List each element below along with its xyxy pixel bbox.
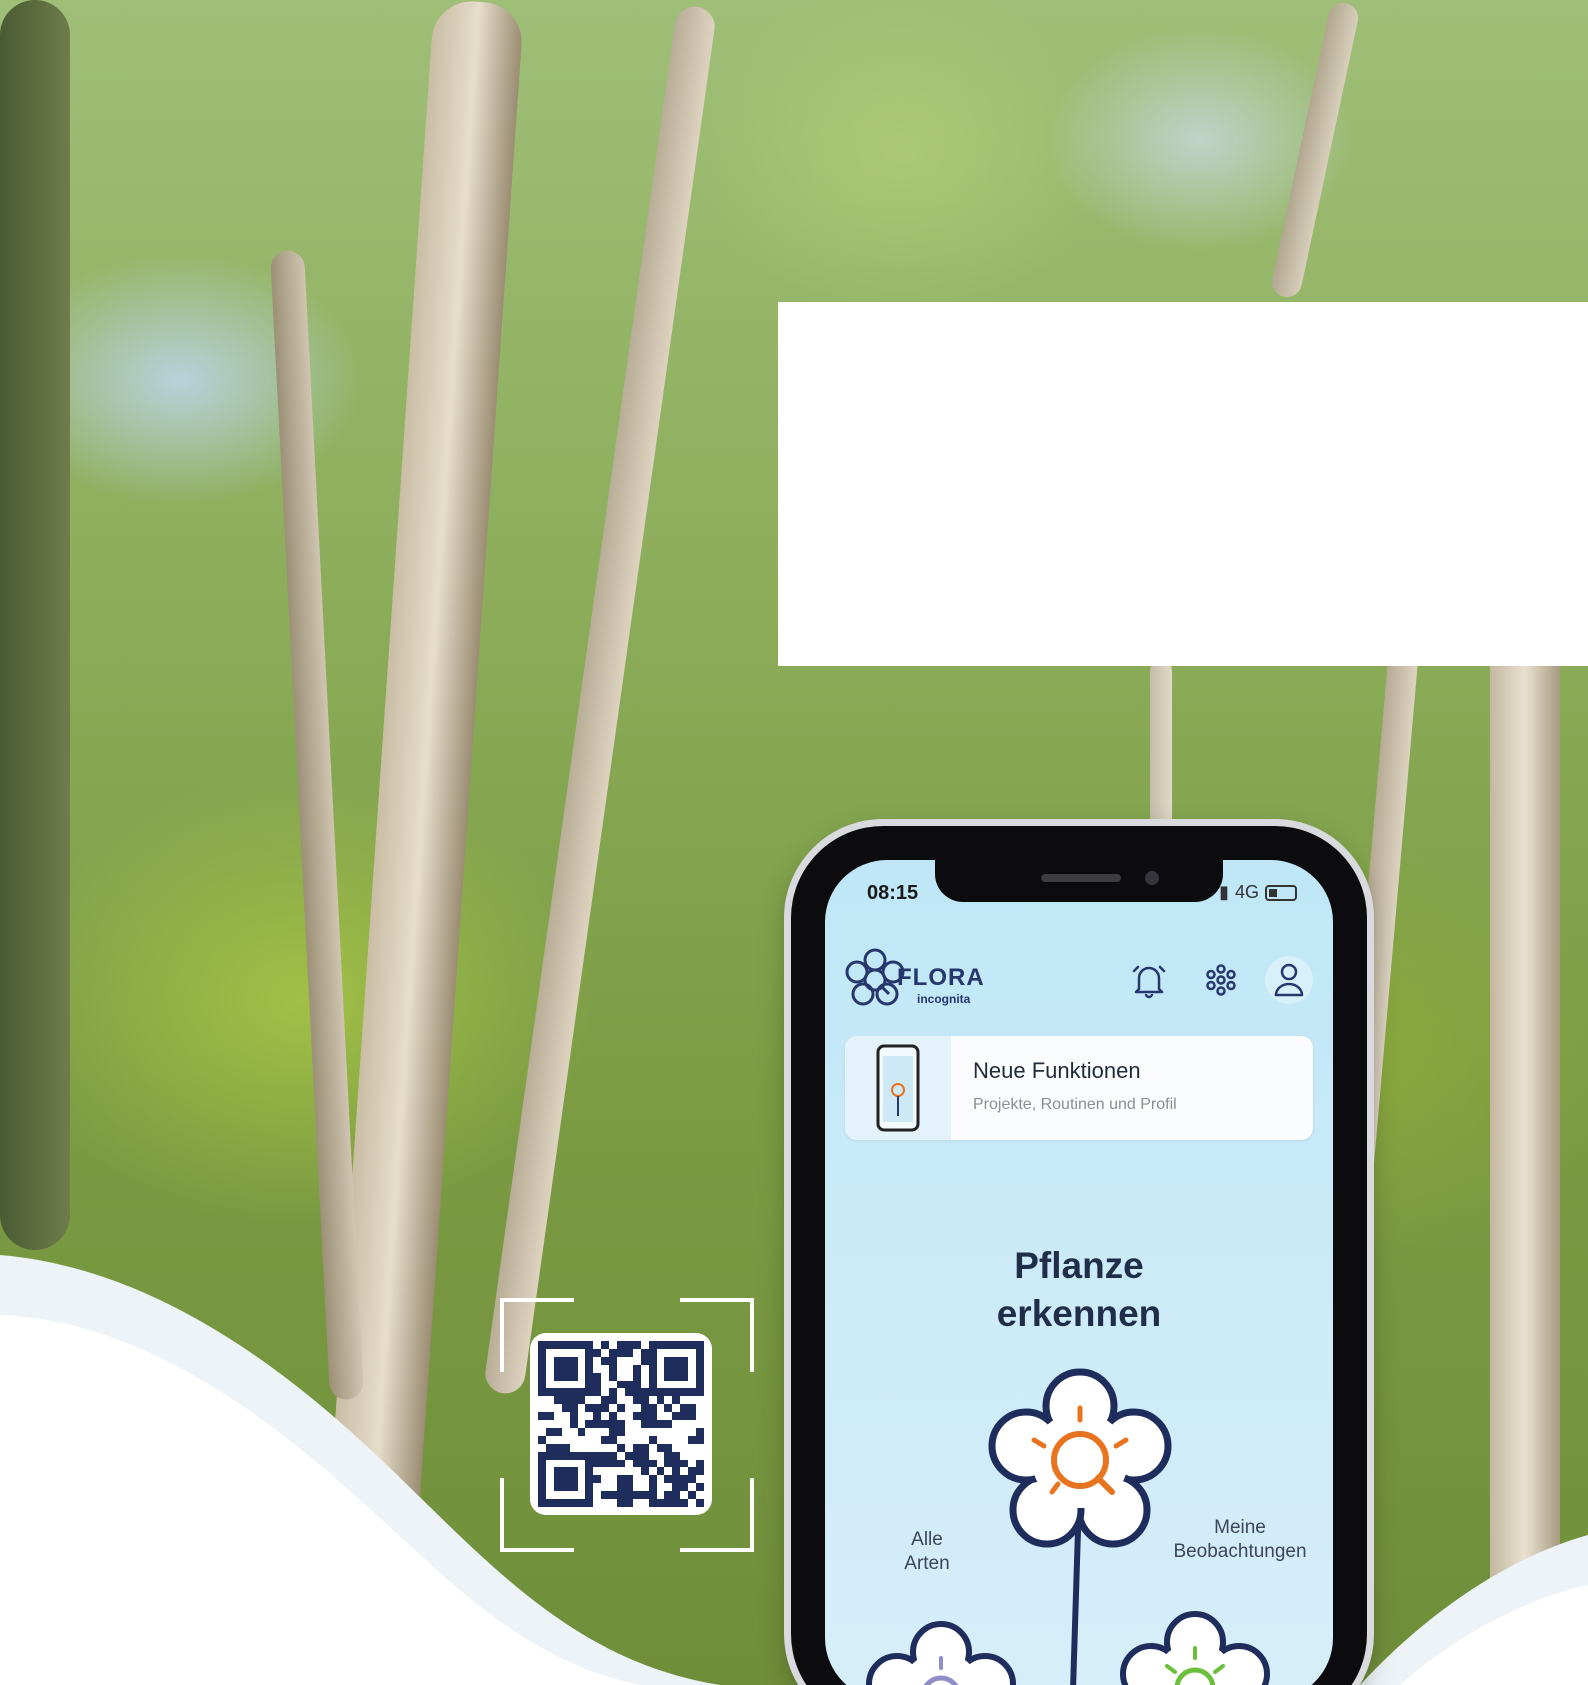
bell-icon xyxy=(1132,965,1166,999)
cta-line-2: erkennen xyxy=(996,1293,1162,1334)
app-header: FLORA incognita xyxy=(845,942,1313,1026)
all-species-label[interactable]: Alle Arten xyxy=(887,1528,967,1576)
news-thumbnail xyxy=(845,1036,951,1140)
qr-code-icon xyxy=(530,1333,712,1515)
my-observations-line-1: Meine xyxy=(1214,1517,1266,1538)
flower-logo-icon xyxy=(845,948,905,1006)
news-subtitle: Projekte, Routinen und Profil xyxy=(973,1096,1177,1113)
speaker-grill xyxy=(1041,874,1121,882)
all-species-flower-button[interactable] xyxy=(861,1612,1021,1685)
flora-incognita-logo[interactable]: FLORA incognita xyxy=(845,942,985,1022)
logo-title: FLORA xyxy=(897,964,985,991)
identify-plant-title[interactable]: Pflanze erkennen xyxy=(825,1242,1333,1338)
status-indicators: ▮ 4G xyxy=(1219,882,1297,903)
cta-line-1: Pflanze xyxy=(1014,1245,1144,1286)
qr-code-download[interactable] xyxy=(500,1298,754,1552)
battery-icon xyxy=(1265,884,1297,901)
profile-icon xyxy=(1274,963,1304,997)
news-title: Neue Funktionen xyxy=(973,1058,1141,1083)
status-time: 08:15 xyxy=(867,882,919,904)
my-observations-label[interactable]: Meine Beobachtungen xyxy=(1155,1516,1325,1564)
all-species-line-2: Arten xyxy=(904,1553,950,1574)
phone-mockup: 08:15 ▮ 4G FLORA incognita Neue Funktion… xyxy=(791,826,1367,1685)
phone-notch xyxy=(935,860,1223,902)
network-type: 4G xyxy=(1234,882,1259,902)
news-card[interactable]: Neue Funktionen Projekte, Routinen und P… xyxy=(845,1036,1313,1140)
signal-icon: ▮ xyxy=(1219,882,1229,902)
profile-button[interactable] xyxy=(1265,956,1313,1004)
my-observations-flower-button[interactable] xyxy=(1115,1602,1275,1685)
logo-subtitle: incognita xyxy=(917,992,971,1006)
notifications-button[interactable] xyxy=(1125,956,1173,1004)
app-screen: 08:15 ▮ 4G FLORA incognita Neue Funktion… xyxy=(825,860,1333,1685)
species-button[interactable] xyxy=(1197,956,1245,1004)
hero-scene: 08:15 ▮ 4G FLORA incognita Neue Funktion… xyxy=(0,0,1588,1685)
phone-thumbnail-icon xyxy=(876,1044,920,1132)
my-observations-line-2: Beobachtungen xyxy=(1173,1541,1307,1562)
all-species-line-1: Alle xyxy=(911,1529,943,1550)
flower-dots-icon xyxy=(1206,964,1236,996)
camera-dot xyxy=(1145,871,1159,885)
